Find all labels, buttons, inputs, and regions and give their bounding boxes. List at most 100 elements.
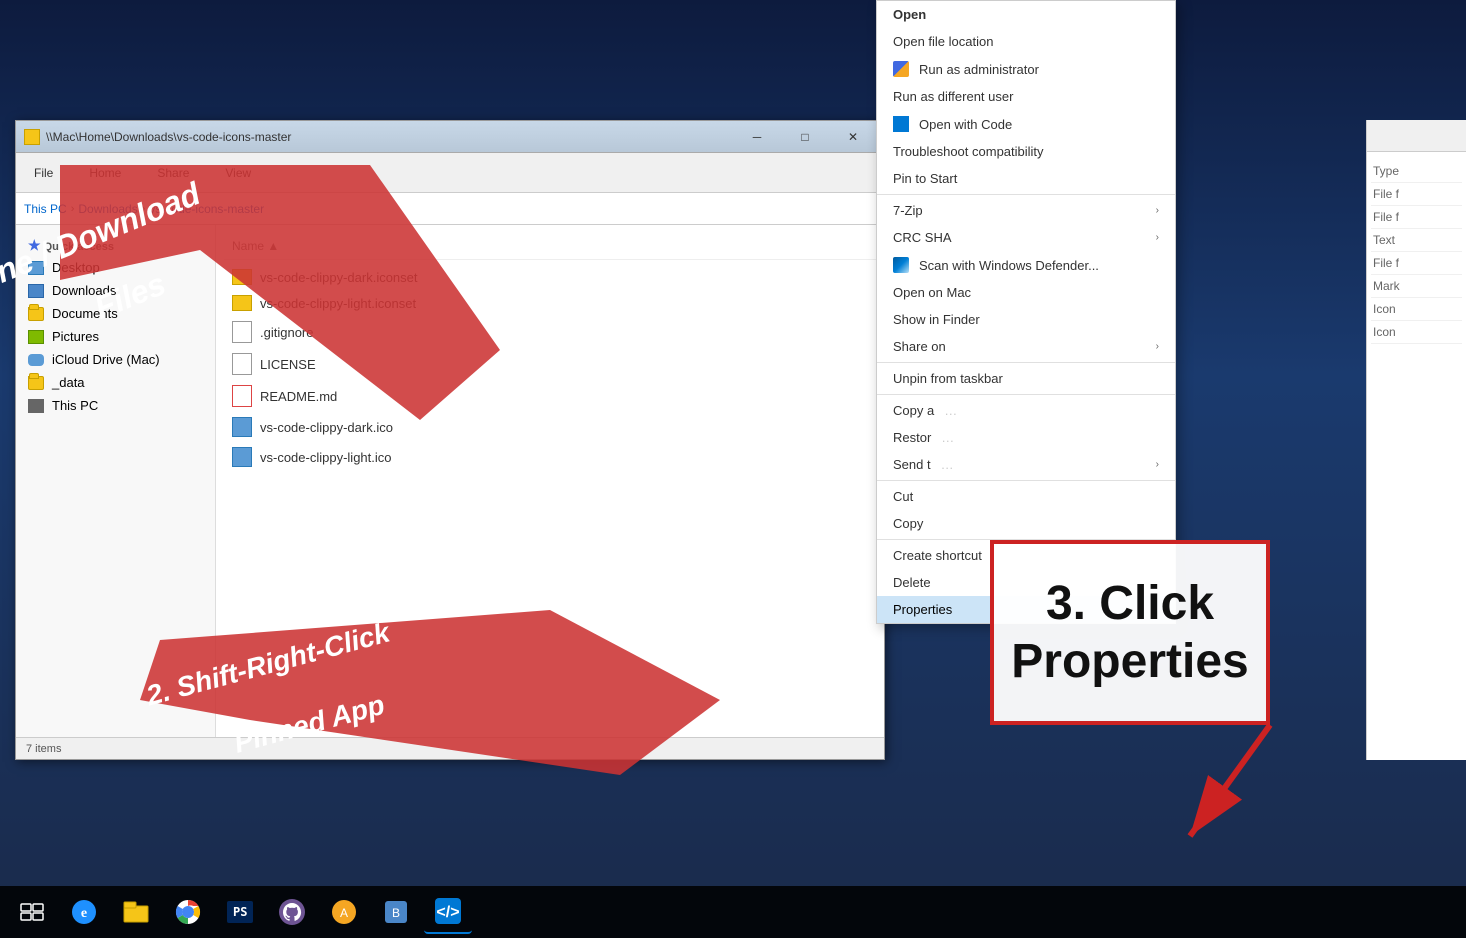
ctx-scan-defender[interactable]: Scan with Windows Defender... [877,251,1175,279]
file-name-2: vs-code-clippy-light.iconset [260,296,416,311]
sidebar-label-desktop: Desktop [52,260,100,275]
ctx-run-admin[interactable]: Run as administrator [877,55,1175,83]
col-header-name[interactable]: Name ▲ [224,237,287,255]
ctx-pin-start[interactable]: Pin to Start [877,165,1175,192]
taskbar-app1[interactable]: A [320,890,368,934]
maximize-button[interactable]: □ [782,123,828,151]
sidebar-item-desktop[interactable]: Desktop [16,256,215,279]
ribbon-tab-file[interactable]: File [26,162,61,184]
file-name-3: .gitignore [260,325,313,340]
ribbon-tab-view[interactable]: View [217,162,259,184]
ctx-cut[interactable]: Cut [877,483,1175,510]
file-item-5[interactable]: README.md [224,380,876,412]
svg-text:PS: PS [233,905,247,919]
taskbar-file-explorer[interactable] [112,890,160,934]
ctx-send-to[interactable]: Send t… › [877,451,1175,478]
sidebar-item-downloads[interactable]: Downloads [16,279,215,302]
file-item-1[interactable]: vs-code-clippy-dark.iconset [224,264,876,290]
sidebar-item-thispc[interactable]: This PC [16,394,215,417]
sidebar-item-documents[interactable]: Documents [16,302,215,325]
ctx-open-file-location[interactable]: Open file location [877,28,1175,55]
pc-icon [28,399,44,413]
ctx-copy-as-path[interactable]: Copy a… [877,397,1175,424]
ctx-copy[interactable]: Copy [877,510,1175,537]
sidebar-label-icloud: iCloud Drive (Mac) [52,352,160,367]
sidebar-label-pictures: Pictures [52,329,99,344]
taskbar-powershell[interactable]: PS [216,890,264,934]
sidebar-label-documents: Documents [52,306,118,321]
taskbar-ie[interactable]: e [60,890,108,934]
right-col-ff1: File f [1371,183,1462,206]
ctx-open-with-code[interactable]: Open with Code [877,110,1175,138]
file-item-2[interactable]: vs-code-clippy-light.iconset [224,290,876,316]
svg-text:A: A [340,906,348,920]
documents-folder-icon [28,307,44,321]
ctx-properties[interactable]: Properties [877,596,1175,623]
ctx-share-on[interactable]: Share on › [877,333,1175,360]
md-icon [232,385,252,407]
ctx-open-on-mac[interactable]: Open on Mac [877,279,1175,306]
breadcrumb-sep-2: › [142,203,146,215]
svg-text:</>: </> [436,904,459,921]
sidebar-label-downloads: Downloads [52,283,116,298]
close-button[interactable]: ✕ [830,123,876,151]
breadcrumb: This PC › Downloads › vs-code-icons-mast… [24,202,264,216]
taskbar-chrome[interactable] [164,890,212,934]
minimize-button[interactable]: ─ [734,123,780,151]
file-item-7[interactable]: vs-code-clippy-light.ico [224,442,876,472]
svg-text:e: e [81,906,87,921]
ctx-unpin-taskbar[interactable]: Unpin from taskbar [877,365,1175,392]
ctx-show-finder[interactable]: Show in Finder [877,306,1175,333]
sidebar-item-pictures[interactable]: Pictures [16,325,215,348]
right-col-ff2: File f [1371,206,1462,229]
breadcrumb-pc[interactable]: This PC [24,202,67,216]
ctx-sep-2 [877,362,1175,363]
right-panel: Type File f File f Text File f Mark Icon… [1366,120,1466,760]
file-name-7: vs-code-clippy-light.ico [260,450,392,465]
right-col-mark: Mark [1371,275,1462,298]
ctx-restore-versions[interactable]: Restor… [877,424,1175,451]
right-col-type: Type [1371,160,1462,183]
ribbon-tab-home[interactable]: Home [81,162,129,184]
ctx-sep-5 [877,539,1175,540]
ribbon-tab-share[interactable]: Share [149,162,197,184]
title-bar: \\Mac\Home\Downloads\vs-code-icons-maste… [16,121,884,153]
breadcrumb-sep-1: › [71,203,75,215]
status-bar: 7 items [16,737,884,759]
explorer-body: ★ Quick access Desktop Downloads Documen… [16,225,884,737]
ctx-run-different-user[interactable]: Run as different user [877,83,1175,110]
text-icon-1 [232,321,252,343]
breadcrumb-folder[interactable]: vs-code-icons-master [149,202,264,216]
svg-text:B: B [392,906,400,920]
folder-icon-2 [232,295,252,311]
taskbar-github[interactable] [268,890,316,934]
sidebar-item-data[interactable]: _data [16,371,215,394]
taskbar-taskview[interactable] [8,890,56,934]
file-item-6[interactable]: vs-code-clippy-dark.ico [224,412,876,442]
taskbar: e PS [0,886,1466,938]
file-explorer-window: \\Mac\Home\Downloads\vs-code-icons-maste… [15,120,885,760]
submenu-arrow-7zip: › [1156,205,1159,216]
ctx-sep-3 [877,394,1175,395]
window-controls: ─ □ ✕ [734,123,876,151]
taskbar-vscode[interactable]: </> [424,890,472,934]
text-icon-2 [232,353,252,375]
file-item-4[interactable]: LICENSE [224,348,876,380]
breadcrumb-downloads[interactable]: Downloads [78,202,137,216]
data-folder-icon [28,376,44,390]
ctx-crc-sha[interactable]: CRC SHA › [877,224,1175,251]
sidebar-item-icloud[interactable]: iCloud Drive (Mac) [16,348,215,371]
taskbar-app2[interactable]: B [372,890,420,934]
submenu-arrow-crc: › [1156,232,1159,243]
ctx-create-shortcut[interactable]: Create shortcut [877,542,1175,569]
address-bar: This PC › Downloads › vs-code-icons-mast… [16,193,884,225]
ctx-7zip[interactable]: 7-Zip › [877,197,1175,224]
folder-icon-1 [232,269,252,285]
context-menu: Open Open file location Run as administr… [876,0,1176,624]
download-folder-icon [28,284,44,298]
column-headers: Name ▲ [224,233,876,260]
ctx-delete[interactable]: Delete [877,569,1175,596]
ctx-open[interactable]: Open [877,1,1175,28]
ctx-troubleshoot[interactable]: Troubleshoot compatibility [877,138,1175,165]
file-item-3[interactable]: .gitignore [224,316,876,348]
